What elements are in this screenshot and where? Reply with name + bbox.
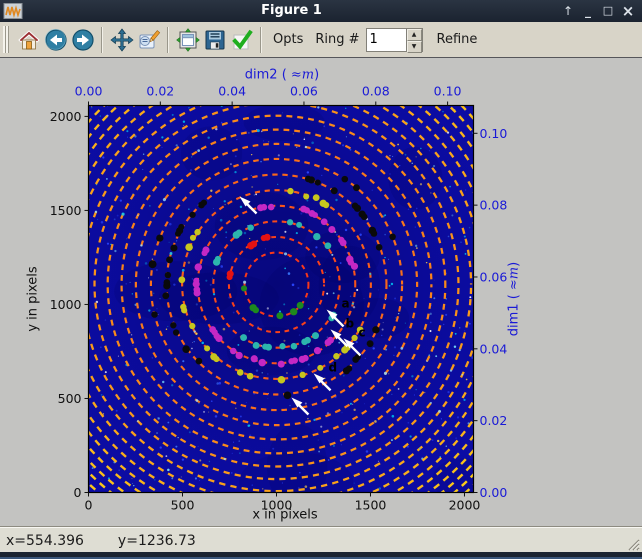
- apply-check-icon: [230, 28, 254, 52]
- save-icon: [203, 28, 227, 52]
- titlebar[interactable]: Figure 1 ↑ _ □ ×: [0, 0, 642, 22]
- calibration-plot-svg[interactable]: abcd050010001500200005001000150020000.00…: [0, 58, 642, 527]
- y-axis-label: y in pixels: [26, 266, 41, 332]
- spin-up-button[interactable]: ▲: [407, 29, 422, 41]
- subplots-icon: [176, 28, 200, 52]
- toolbar-separator: [260, 27, 262, 53]
- tick-label: 0.00: [480, 485, 508, 500]
- cursor-y-readout: y=1236.73: [118, 533, 196, 549]
- home-button[interactable]: [15, 26, 42, 54]
- toolbar-separator: [101, 27, 103, 53]
- save-button[interactable]: [201, 26, 228, 54]
- ring-number-input[interactable]: [367, 29, 406, 51]
- tick-label: 0.04: [218, 84, 246, 99]
- top-axis-label: dim2 ( ≈m): [245, 68, 319, 83]
- opts-button[interactable]: Opts: [273, 32, 303, 47]
- point-group-label: c: [358, 325, 365, 339]
- point-group-label: a: [342, 296, 350, 310]
- cursor-x-readout: x=554.396: [6, 533, 84, 549]
- subplots-button[interactable]: [174, 26, 201, 54]
- tick-label: 1000: [50, 297, 82, 312]
- zoom-rect-icon: [137, 28, 161, 52]
- tick-label: 1500: [50, 203, 82, 218]
- right-axis-label: dim1 ( ≈m): [507, 262, 522, 336]
- toolbar-handle[interactable]: [3, 26, 9, 53]
- figure-canvas[interactable]: abcd050010001500200005001000150020000.00…: [0, 58, 642, 527]
- forward-icon: [71, 28, 95, 52]
- point-group-label: d: [329, 360, 338, 374]
- waveform-icon: [3, 3, 23, 19]
- point-group-label: b: [345, 316, 354, 330]
- tick-label: 0.08: [362, 84, 390, 99]
- spin-down-button[interactable]: ▼: [407, 41, 422, 53]
- toolbar-separator: [167, 27, 169, 53]
- ring-number-spinbox: ▲ ▼: [366, 28, 423, 52]
- window-bottom-border: [0, 552, 642, 559]
- tick-label: 0.06: [480, 269, 508, 284]
- refine-button[interactable]: Refine: [437, 32, 478, 47]
- tick-label: 1500: [355, 498, 387, 513]
- tick-label: 0.10: [434, 84, 462, 99]
- tick-label: 0.02: [146, 84, 174, 99]
- shade-button[interactable]: ↑: [560, 3, 576, 19]
- tick-label: 0.02: [480, 413, 508, 428]
- tick-label: 2000: [50, 109, 82, 124]
- tick-label: 0.08: [480, 198, 508, 213]
- tick-label: 0.06: [290, 84, 318, 99]
- tick-label: 0.00: [75, 84, 103, 99]
- tick-label: 500: [58, 391, 82, 406]
- tick-label: 2000: [449, 498, 481, 513]
- apply-button[interactable]: [228, 26, 255, 54]
- pan-button[interactable]: [108, 26, 135, 54]
- tick-label: 0.04: [480, 341, 508, 356]
- window-title: Figure 1: [23, 0, 560, 22]
- home-icon: [17, 28, 41, 52]
- figure-window: Figure 1 ↑ _ □ ×: [0, 0, 642, 559]
- minimize-button[interactable]: _: [580, 3, 596, 19]
- forward-button[interactable]: [69, 26, 96, 54]
- zoom-rect-button[interactable]: [135, 26, 162, 54]
- close-button[interactable]: ×: [620, 3, 636, 19]
- statusbar: x=554.396 y=1236.73: [0, 527, 642, 553]
- maximize-button[interactable]: □: [600, 3, 616, 19]
- back-icon: [44, 28, 68, 52]
- x-axis-label: x in pixels: [252, 508, 318, 523]
- tick-label: 0: [85, 498, 93, 513]
- back-button[interactable]: [42, 26, 69, 54]
- pan-icon: [110, 28, 134, 52]
- calibration-plot[interactable]: abcd050010001500200005001000150020000.00…: [0, 58, 642, 531]
- toolbar: Opts Ring # ▲ ▼ Refine: [0, 22, 642, 58]
- tick-label: 0: [74, 485, 82, 500]
- tick-label: 500: [171, 498, 195, 513]
- tick-label: 0.10: [480, 126, 508, 141]
- resize-grip[interactable]: [626, 537, 640, 551]
- ring-number-label: Ring #: [315, 32, 359, 47]
